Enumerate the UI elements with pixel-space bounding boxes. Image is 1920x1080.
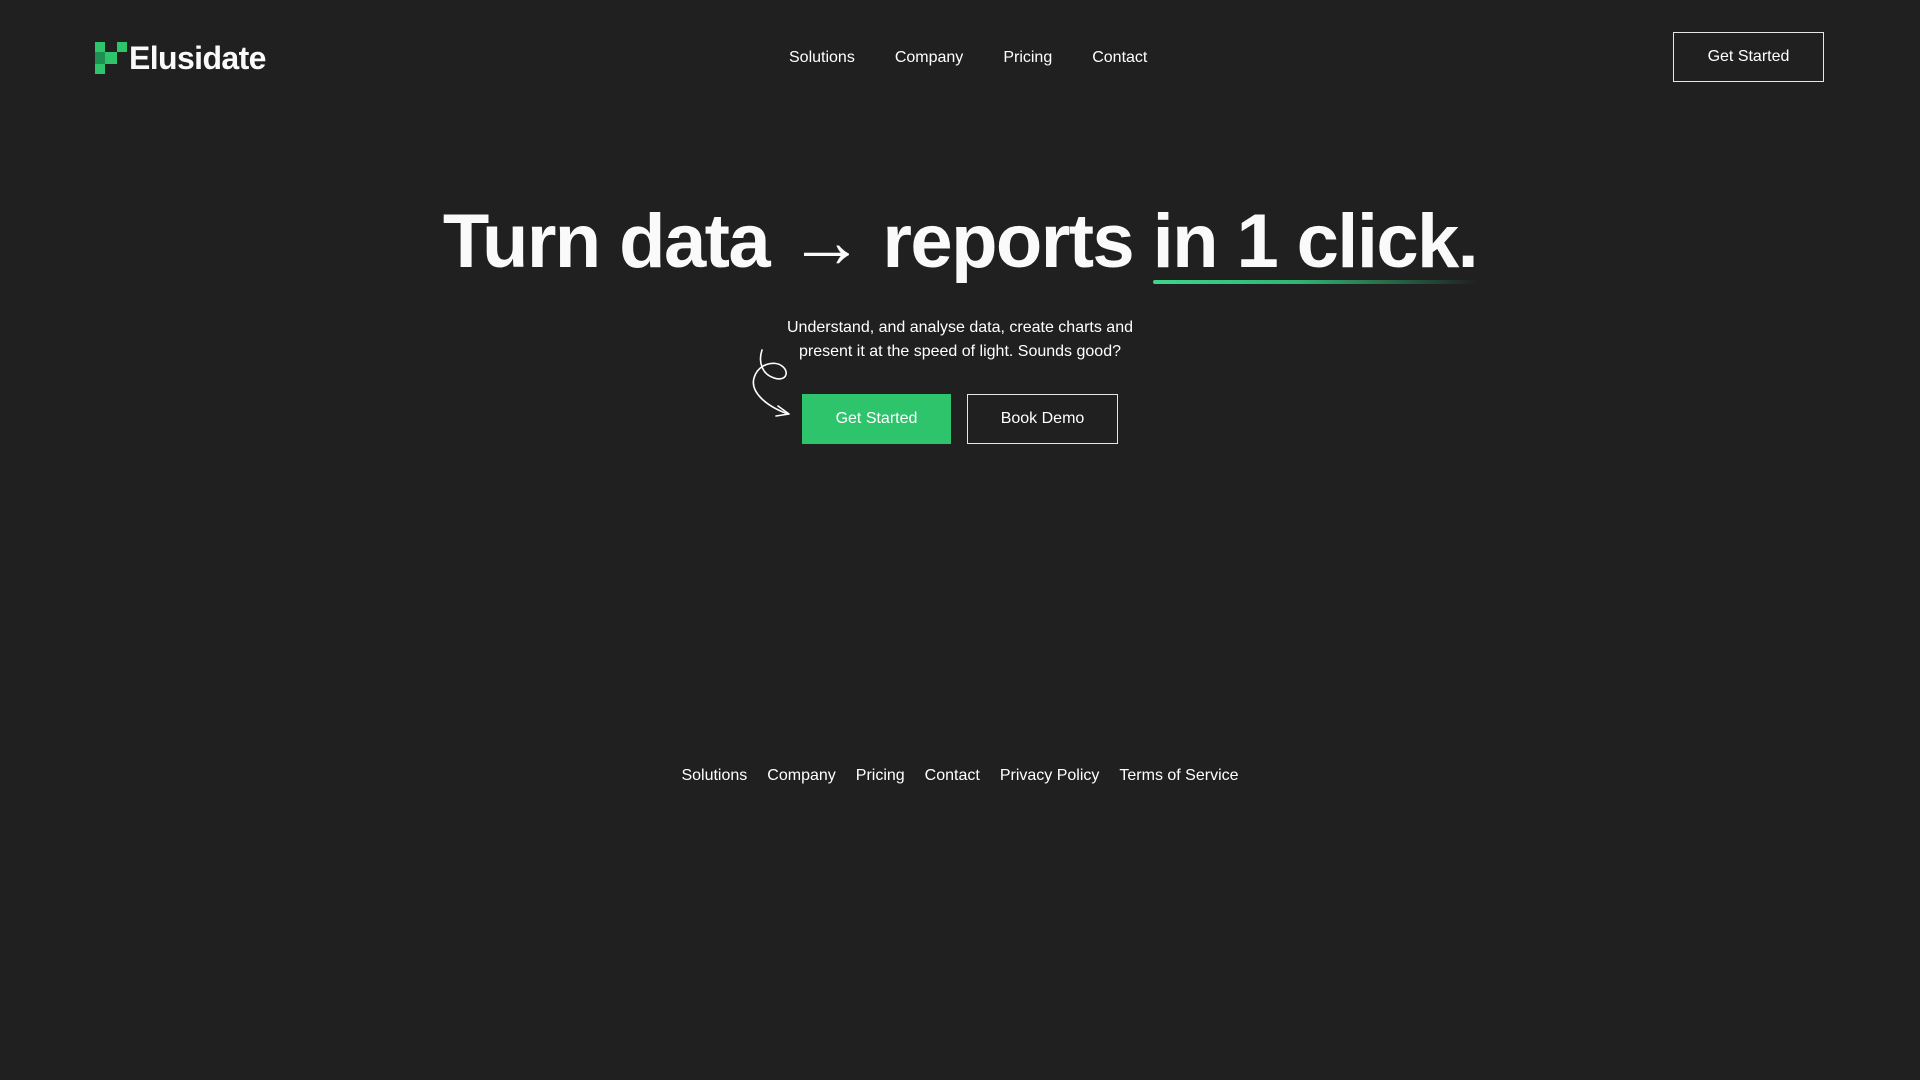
hero-title-main: Turn data → reports bbox=[442, 199, 1135, 284]
curly-arrow-icon bbox=[752, 349, 790, 417]
book-demo-button[interactable]: Book Demo bbox=[967, 394, 1118, 444]
nav-pricing[interactable]: Pricing bbox=[1003, 46, 1052, 70]
nav-solutions[interactable]: Solutions bbox=[789, 46, 855, 70]
hero-title-highlight-text: in 1 click. bbox=[1152, 199, 1479, 284]
footer-nav: Solutions Company Pricing Contact Privac… bbox=[0, 764, 1920, 788]
footer-link-terms-of-service[interactable]: Terms of Service bbox=[1119, 764, 1238, 788]
header-get-started-button[interactable]: Get Started bbox=[1673, 32, 1824, 82]
nav-company[interactable]: Company bbox=[895, 46, 963, 70]
highlight-underline bbox=[1152, 280, 1478, 284]
hero-subtitle-line1: Understand, and analyse data, create cha… bbox=[787, 319, 1133, 336]
hero-subtitle: Understand, and analyse data, create cha… bbox=[760, 316, 1160, 364]
logo-mark-icon bbox=[95, 42, 127, 74]
hero-get-started-button[interactable]: Get Started bbox=[802, 394, 951, 444]
footer-link-contact[interactable]: Contact bbox=[925, 764, 980, 788]
nav-contact[interactable]: Contact bbox=[1092, 46, 1147, 70]
footer-link-privacy-policy[interactable]: Privacy Policy bbox=[1000, 764, 1100, 788]
hero-title: Turn data → reports in 1 click. bbox=[0, 192, 1920, 292]
main-nav: Solutions Company Pricing Contact bbox=[789, 46, 1147, 70]
landing-page: Elusidate Solutions Company Pricing Cont… bbox=[0, 0, 1920, 1080]
footer-link-pricing[interactable]: Pricing bbox=[856, 764, 905, 788]
footer-link-company[interactable]: Company bbox=[767, 764, 835, 788]
hero-subtitle-line2: present it at the speed of light. Sounds… bbox=[798, 343, 1121, 360]
brand-name: Elusidate bbox=[129, 40, 266, 76]
logo-link[interactable]: Elusidate bbox=[95, 38, 266, 78]
hero-title-highlight: in 1 click. bbox=[1152, 192, 1479, 292]
footer-link-solutions[interactable]: Solutions bbox=[681, 764, 747, 788]
site-header: Elusidate Solutions Company Pricing Cont… bbox=[0, 0, 1920, 116]
